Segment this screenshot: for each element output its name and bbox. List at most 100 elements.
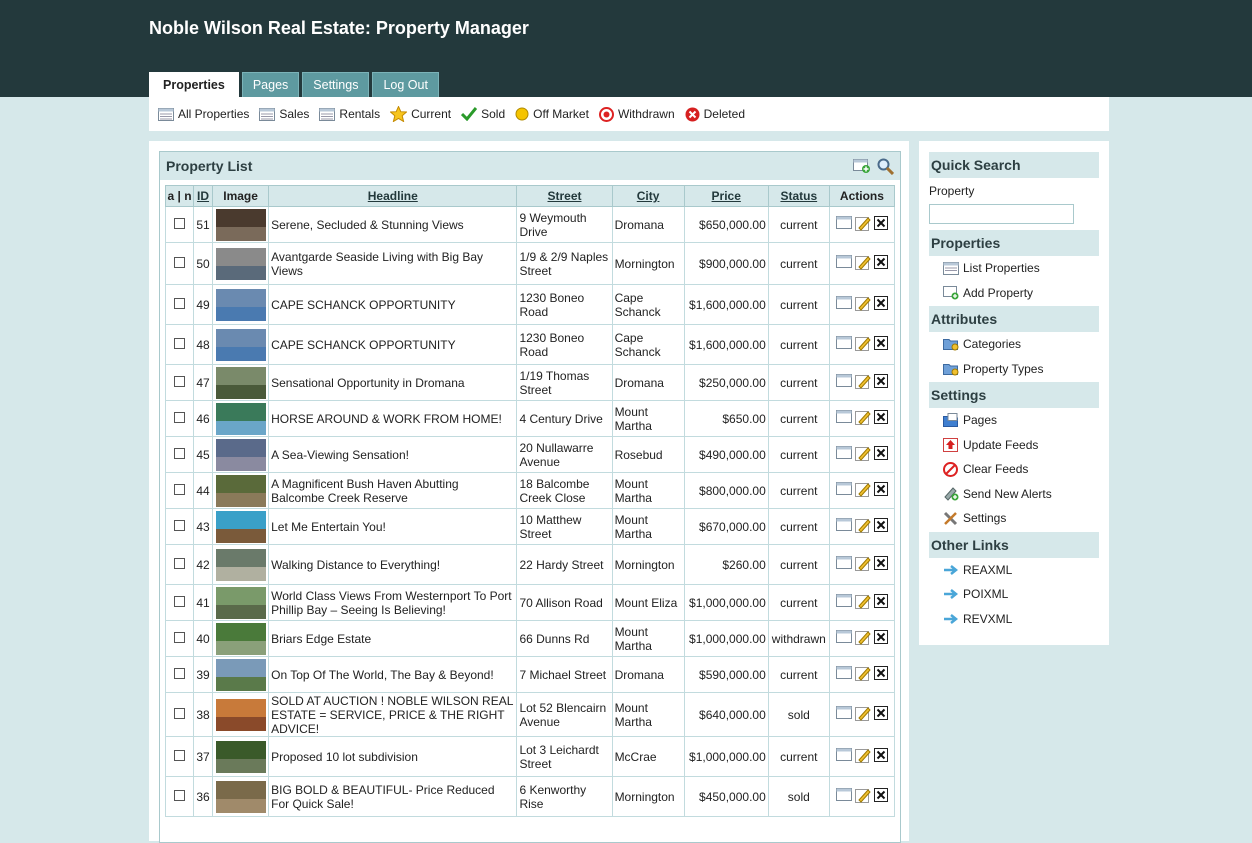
filter-current[interactable]: Current [390,106,451,122]
search-icon[interactable] [877,158,895,178]
property-thumbnail[interactable] [215,366,266,399]
filter-rentals[interactable]: Rentals [319,107,380,121]
sidebar-item-settings[interactable]: Settings [943,506,1109,531]
view-icon[interactable] [835,665,852,684]
row-checkbox[interactable] [174,483,186,495]
edit-icon[interactable] [854,788,871,806]
row-checkbox[interactable] [174,217,186,229]
delete-icon[interactable] [873,593,888,612]
sidebar-item-property-types[interactable]: Property Types [943,357,1109,382]
property-thumbnail[interactable] [215,548,266,581]
delete-icon[interactable] [873,445,888,464]
property-thumbnail[interactable] [215,474,266,507]
property-thumbnail[interactable] [215,658,266,691]
property-thumbnail[interactable] [215,586,266,619]
delete-icon[interactable] [873,747,888,766]
edit-icon[interactable] [854,216,871,234]
property-thumbnail[interactable] [215,247,266,280]
filter-deleted[interactable]: Deleted [685,107,745,122]
view-icon[interactable] [835,335,852,354]
view-icon[interactable] [835,747,852,766]
sidebar-item-add-property[interactable]: Add Property [943,281,1109,306]
column-header-headline[interactable]: Headline [268,185,518,207]
row-checkbox[interactable] [174,557,186,569]
column-header-status[interactable]: Status [767,185,830,207]
view-icon[interactable] [835,295,852,314]
edit-icon[interactable] [854,748,871,766]
delete-icon[interactable] [873,787,888,806]
edit-icon[interactable] [854,594,871,612]
filter-off-market[interactable]: Off Market [515,107,589,121]
row-checkbox[interactable] [174,375,186,387]
property-thumbnail[interactable] [215,402,266,435]
tab-pages[interactable]: Pages [241,72,300,97]
sidebar-item-list-properties[interactable]: List Properties [943,256,1109,281]
delete-icon[interactable] [873,254,888,273]
column-header-city[interactable]: City [611,185,685,207]
property-thumbnail[interactable] [215,510,266,543]
tab-properties[interactable]: Properties [149,72,239,97]
row-checkbox[interactable] [174,595,186,607]
view-icon[interactable] [835,445,852,464]
edit-icon[interactable] [854,630,871,648]
edit-icon[interactable] [854,706,871,724]
property-thumbnail[interactable] [215,780,266,813]
property-thumbnail[interactable] [215,208,266,241]
filter-sales[interactable]: Sales [259,107,309,121]
edit-icon[interactable] [854,410,871,428]
row-checkbox[interactable] [174,667,186,679]
row-checkbox[interactable] [174,631,186,643]
delete-icon[interactable] [873,295,888,314]
row-checkbox[interactable] [174,447,186,459]
row-checkbox[interactable] [174,297,186,309]
filter-sold[interactable]: Sold [461,107,505,121]
sidebar-item-pages[interactable]: Pages [943,408,1109,433]
delete-icon[interactable] [873,555,888,574]
edit-icon[interactable] [854,482,871,500]
sidebar-item-reaxml[interactable]: REAXML [943,558,1109,583]
filter-withdrawn[interactable]: Withdrawn [598,106,675,122]
view-icon[interactable] [835,481,852,500]
view-icon[interactable] [835,705,852,724]
row-checkbox[interactable] [174,707,186,719]
delete-icon[interactable] [873,629,888,648]
quick-search-input[interactable] [929,204,1074,224]
row-checkbox[interactable] [174,519,186,531]
edit-icon[interactable] [854,518,871,536]
sidebar-item-clear-feeds[interactable]: Clear Feeds [943,457,1109,482]
delete-icon[interactable] [873,517,888,536]
row-checkbox[interactable] [174,749,186,761]
row-checkbox[interactable] [174,337,186,349]
delete-icon[interactable] [873,705,888,724]
column-header-price[interactable]: Price [683,185,769,207]
view-icon[interactable] [835,373,852,392]
edit-icon[interactable] [854,255,871,273]
tab-settings[interactable]: Settings [302,72,370,97]
filter-all-properties[interactable]: All Properties [158,107,249,121]
delete-icon[interactable] [873,409,888,428]
row-checkbox[interactable] [174,411,186,423]
property-thumbnail[interactable] [215,740,266,773]
sidebar-item-send-new-alerts[interactable]: Send New Alerts [943,482,1109,507]
delete-icon[interactable] [873,481,888,500]
column-header-street[interactable]: Street [516,185,613,207]
view-icon[interactable] [835,593,852,612]
edit-icon[interactable] [854,556,871,574]
edit-icon[interactable] [854,296,871,314]
sidebar-item-poixml[interactable]: POIXML [943,582,1109,607]
column-header-select[interactable]: a | n [164,185,195,207]
edit-icon[interactable] [854,374,871,392]
view-icon[interactable] [835,254,852,273]
property-thumbnail[interactable] [215,438,266,471]
view-icon[interactable] [835,215,852,234]
sidebar-item-update-feeds[interactable]: Update Feeds [943,433,1109,458]
edit-icon[interactable] [854,666,871,684]
sidebar-item-revxml[interactable]: REVXML [943,607,1109,632]
delete-icon[interactable] [873,665,888,684]
view-icon[interactable] [835,409,852,428]
add-property-icon[interactable] [853,158,871,178]
column-header-id[interactable]: ID [193,185,214,207]
property-thumbnail[interactable] [215,698,266,731]
tab-log-out[interactable]: Log Out [372,72,439,97]
property-thumbnail[interactable] [215,622,266,655]
